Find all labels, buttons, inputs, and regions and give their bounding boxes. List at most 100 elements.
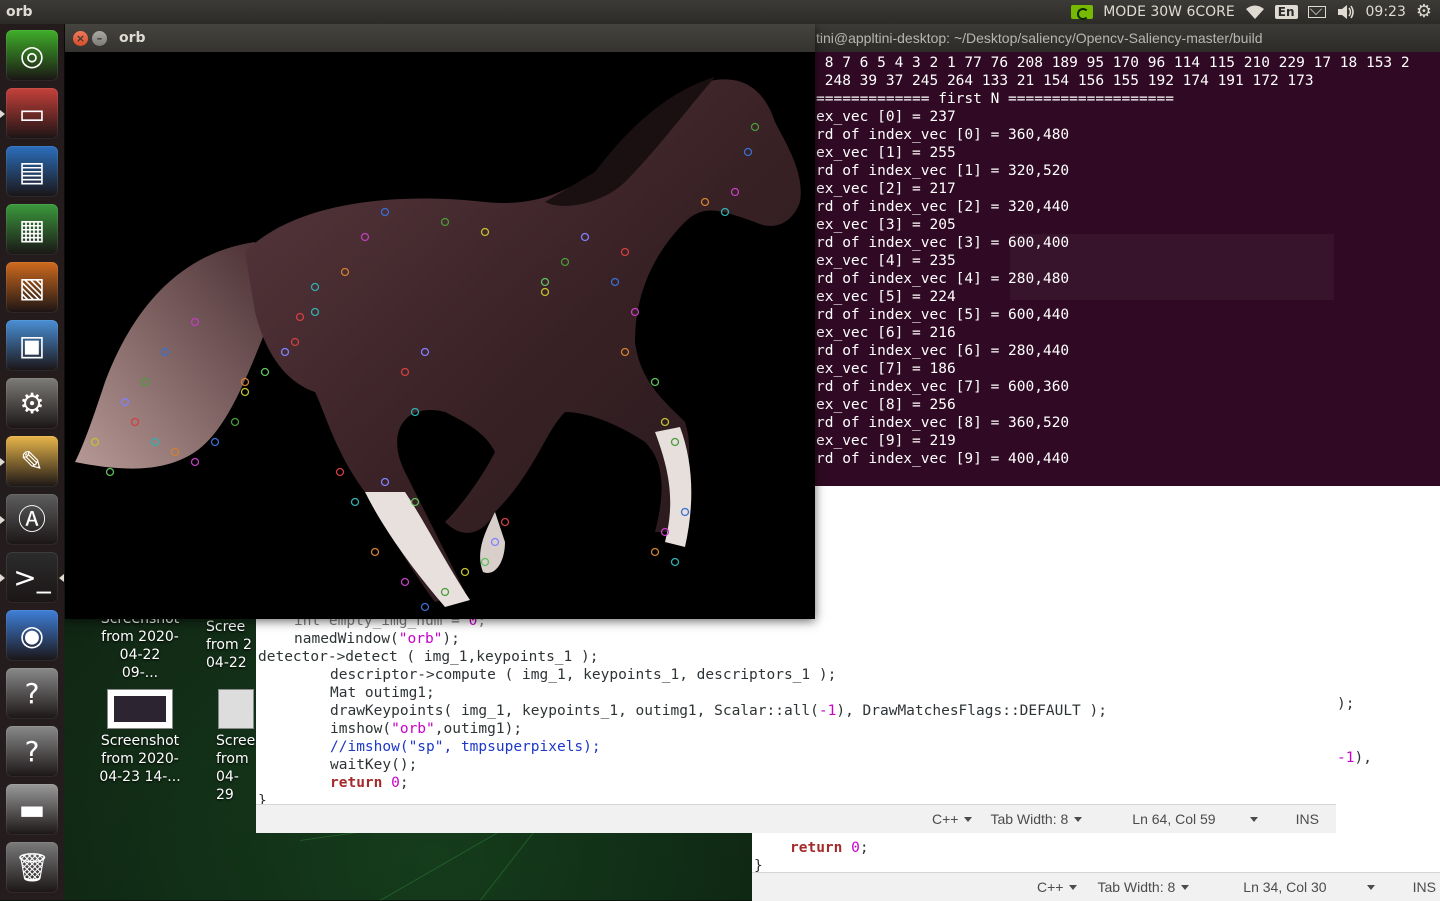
top-panel: orb MODE 30W 6CORE En 09:23 ⚙	[0, 0, 1440, 24]
code-fragment: -1),	[1337, 750, 1372, 766]
keypoint-marker	[650, 377, 660, 387]
cursor-position[interactable]: Ln 64, Col 59	[1132, 811, 1215, 827]
keypoint-marker	[670, 557, 680, 567]
desktop-icon-label: Scree from 2 04-22	[206, 619, 252, 671]
unknown-app-2-icon: ?	[24, 734, 40, 768]
keypoint-marker	[260, 367, 270, 377]
code-fragment: );	[1337, 696, 1355, 712]
software-center-icon: ▣	[18, 328, 46, 362]
gpu-mode-indicator[interactable]: MODE 30W 6CORE	[1103, 4, 1235, 20]
keyboard-icon[interactable]: En	[1274, 5, 1298, 19]
desktop-icon-screenshot-3[interactable]: Screenshot from 2020- 04-23 14-...	[98, 689, 182, 786]
terminal-line: ex_vec [7] = 186	[816, 361, 956, 377]
editor-status-bar: C++ Tab Width: 8 Ln 64, Col 59 INS	[256, 804, 1336, 833]
volume-icon[interactable]	[1336, 4, 1356, 20]
position-dropdown[interactable]	[1244, 816, 1258, 822]
keypoint-marker	[190, 457, 200, 467]
position-dropdown[interactable]	[1361, 884, 1375, 890]
orb-keypoint-image[interactable]	[65, 52, 815, 619]
language-selector[interactable]: C++	[1037, 879, 1078, 895]
launcher-drive[interactable]: ▬	[6, 784, 58, 835]
code-line[interactable]: namedWindow("orb");	[294, 630, 460, 648]
desktop-icon-label: Screenshotfrom 2020-04-22 09-...	[101, 611, 179, 681]
nvidia-icon[interactable]	[1071, 5, 1094, 20]
launcher-trash[interactable]: 🗑	[6, 842, 58, 893]
code-line[interactable]: imshow("orb",outimg1);	[330, 720, 522, 738]
editor-status-bar: C++ Tab Width: 8 Ln 34, Col 30 INS	[752, 872, 1440, 901]
terminal-line: rd of index_vec [6] = 280,440	[816, 343, 1070, 359]
terminal-line: rd of index_vec [9] = 400,440	[816, 451, 1070, 467]
keypoint-marker	[400, 577, 410, 587]
desktop-icon-screenshot-1[interactable]: Screenshotfrom 2020-04-22 09-...	[100, 610, 180, 682]
orb-titlebar[interactable]: × – orb	[65, 24, 815, 52]
tab-width-selector[interactable]: Tab Width: 8	[1097, 879, 1190, 895]
terminal-line: rd of index_vec [0] = 360,480	[816, 127, 1070, 143]
orb-window-title: orb	[119, 30, 146, 46]
terminal-line: rd of index_vec [2] = 320,440	[816, 199, 1070, 215]
code-line[interactable]: Mat outimg1;	[330, 684, 435, 702]
screenshot-thumbnail	[218, 689, 254, 729]
terminal-title[interactable]: tini@appltini-desktop: ~/Desktop/salienc…	[814, 24, 1440, 52]
desktop-icon-label: Scree from 04-29	[216, 733, 256, 803]
text-editor-icon: ✎	[20, 444, 44, 478]
terminal-line: rd of index_vec [5] = 600,440	[816, 307, 1070, 323]
terminal-line: ex_vec [8] = 256	[816, 397, 956, 413]
overlay-shadow	[1010, 234, 1334, 300]
cursor-position[interactable]: Ln 34, Col 30	[1243, 879, 1326, 895]
libreoffice-impress-icon: ▧	[18, 270, 46, 304]
tab-width-selector[interactable]: Tab Width: 8	[990, 811, 1083, 827]
launcher-unknown-app-1[interactable]: ?	[6, 668, 58, 719]
clock[interactable]: 09:23	[1366, 4, 1406, 20]
wifi-icon[interactable]	[1245, 4, 1265, 20]
launcher-text-editor[interactable]: ✎	[0, 436, 58, 487]
language-selector[interactable]: C++	[932, 811, 973, 827]
keypoint-marker	[350, 497, 360, 507]
chromium-icon: ◉	[19, 618, 45, 652]
launcher-terminal[interactable]: >_	[0, 552, 64, 603]
power-gear-icon[interactable]: ⚙	[1416, 3, 1432, 21]
code-line[interactable]: return 0;	[330, 774, 409, 792]
launcher-files[interactable]: ▭	[0, 88, 58, 139]
terminal-line: rd of index_vec [8] = 360,520	[816, 415, 1070, 431]
orb-image-window: × – orb	[65, 24, 815, 619]
launcher-chromium[interactable]: ◉	[6, 610, 58, 661]
ubuntu-dash-icon: ◎	[19, 38, 45, 72]
code-line[interactable]: drawKeypoints( img_1, keypoints_1, outim…	[330, 702, 1107, 720]
launcher-system-settings[interactable]: ⚙	[6, 378, 58, 429]
trash-icon: 🗑	[14, 850, 50, 884]
files-icon: ▭	[18, 96, 46, 130]
horse-image	[75, 77, 801, 612]
keypoint-marker	[650, 547, 660, 557]
desktop-icon-screenshot-2[interactable]: Scree from 2 04-22	[206, 618, 256, 672]
close-icon[interactable]: ×	[73, 30, 88, 46]
keypoint-marker	[335, 467, 345, 477]
system-settings-icon: ⚙	[19, 386, 45, 420]
libreoffice-writer-icon: ▤	[18, 154, 46, 188]
terminal-line: ex_vec [1] = 255	[816, 145, 956, 161]
code-line[interactable]: waitKey();	[330, 756, 417, 774]
keypoint-marker	[460, 567, 470, 577]
code-line[interactable]: //imshow("sp", tmpsuperpixels);	[330, 738, 601, 756]
terminal-line: rd of index_vec [1] = 320,520	[816, 163, 1070, 179]
launcher-ubuntu-dash[interactable]: ◎	[6, 30, 58, 81]
launcher-unknown-app-2[interactable]: ?	[6, 726, 58, 777]
launcher-libreoffice-writer[interactable]: ▤	[6, 146, 58, 197]
code-line[interactable]: descriptor->compute ( img_1, keypoints_1…	[330, 666, 836, 684]
launcher-software-updater[interactable]: Ⓐ	[0, 494, 58, 545]
libreoffice-calc-icon: ▦	[18, 212, 46, 246]
launcher-libreoffice-impress[interactable]: ▧	[6, 262, 58, 313]
keypoint-marker	[370, 547, 380, 557]
keypoint-marker	[240, 387, 250, 397]
keypoint-marker	[105, 467, 115, 477]
code-line[interactable]: return 0;	[790, 840, 869, 856]
system-tray: MODE 30W 6CORE En 09:23 ⚙	[1071, 3, 1440, 21]
active-app-title: orb	[6, 4, 33, 20]
mail-icon[interactable]	[1307, 6, 1326, 18]
launcher-software-center[interactable]: ▣	[6, 320, 58, 371]
keypoint-marker	[420, 602, 430, 612]
launcher-libreoffice-calc[interactable]: ▦	[6, 204, 58, 255]
minimize-icon[interactable]: –	[92, 30, 107, 46]
insert-mode: INS	[1412, 879, 1436, 895]
desktop-icon-screenshot-4[interactable]: Scree from 04-29	[216, 689, 256, 804]
code-line[interactable]: detector->detect ( img_1,keypoints_1 );	[258, 648, 598, 666]
